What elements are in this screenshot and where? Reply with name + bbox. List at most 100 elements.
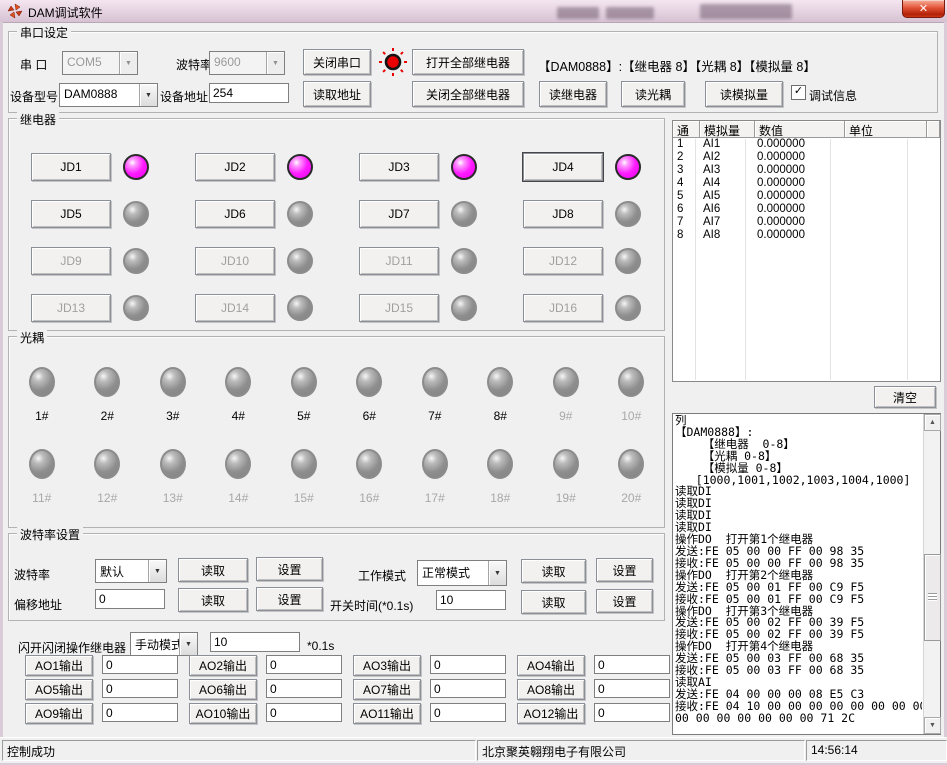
ao-output-input[interactable]	[102, 703, 178, 722]
relay-button[interactable]: JD11	[359, 247, 439, 275]
col-header-channel[interactable]: 通	[673, 121, 700, 138]
close-all-relays-button[interactable]: 关闭全部继电器	[412, 81, 524, 107]
ao-output-button[interactable]: AO12输出	[517, 703, 585, 724]
ao-output-input[interactable]	[594, 655, 670, 674]
read-relay-button[interactable]: 读继电器	[539, 81, 607, 107]
device-model-select[interactable]: DAM0888 ▼	[59, 83, 158, 107]
relay-button[interactable]: JD12	[523, 247, 603, 275]
ao-output-input[interactable]	[266, 679, 342, 698]
ao-output-button[interactable]: AO3输出	[353, 655, 421, 676]
ao-output-button[interactable]: AO2输出	[189, 655, 257, 676]
ao-output-input[interactable]	[102, 679, 178, 698]
switch-time-input[interactable]	[436, 590, 506, 610]
scroll-down-button[interactable]: ▼	[924, 717, 941, 734]
col-header-unit[interactable]: 单位	[845, 121, 927, 138]
log-line: 00 00 00 00 00 00 00 71 2C	[675, 713, 922, 725]
opto-label: 9#	[559, 409, 572, 423]
relay-cell: JD5	[31, 190, 195, 237]
ao-output-button[interactable]: AO11输出	[353, 703, 421, 724]
close-port-button[interactable]: 关闭串口	[303, 49, 371, 75]
ao-output-button[interactable]: AO5输出	[25, 679, 93, 700]
ao-output-button[interactable]: AO7输出	[353, 679, 421, 700]
opto-cell: 5#	[291, 359, 317, 441]
relay-button[interactable]: JD1	[31, 153, 111, 181]
window-border-left	[0, 22, 3, 765]
col-header-extra[interactable]	[927, 121, 940, 138]
log-scrollbar[interactable]: ▲ ▼	[923, 414, 940, 734]
table-row[interactable]: 8 AI8 0.000000	[673, 229, 940, 242]
close-button[interactable]: ✕	[902, 0, 945, 18]
window-title: DAM调试软件	[28, 4, 103, 21]
read-analog-button[interactable]: 读模拟量	[705, 81, 783, 107]
scrollbar-thumb[interactable]	[924, 554, 941, 641]
workmode-read-button[interactable]: 读取	[521, 559, 586, 583]
baud-read-button[interactable]: 读取	[178, 558, 248, 582]
table-row[interactable]: 3 AI3 0.000000	[673, 164, 940, 177]
relay-button[interactable]: JD13	[31, 294, 111, 322]
ao-output-button[interactable]: AO8输出	[517, 679, 585, 700]
table-row[interactable]: 1 AI1 0.000000	[673, 138, 940, 151]
offset-set-button[interactable]: 设置	[256, 587, 323, 611]
switch-time-label: 开关时间(*0.1s)	[330, 597, 413, 614]
table-row[interactable]: 7 AI7 0.000000	[673, 216, 940, 229]
ao-output-button[interactable]: AO4输出	[517, 655, 585, 676]
workmode-set-button[interactable]: 设置	[596, 558, 653, 582]
ao-output-input[interactable]	[266, 703, 342, 722]
flash-mode-select[interactable]: 手动模式 ▼	[130, 632, 198, 656]
col-header-name[interactable]: 模拟量	[700, 121, 755, 138]
flash-time-input[interactable]	[210, 632, 300, 652]
ao-output-input[interactable]	[430, 703, 506, 722]
ao-output-button[interactable]: AO9输出	[25, 703, 93, 724]
ao-output-input[interactable]	[594, 703, 670, 722]
relay-button[interactable]: JD2	[195, 153, 275, 181]
opto-indicator-light	[618, 449, 644, 479]
read-opto-button[interactable]: 读光耦	[621, 81, 685, 107]
cell-unit	[842, 190, 923, 203]
relay-button[interactable]: JD8	[523, 200, 603, 228]
offset-addr-input[interactable]	[95, 589, 165, 609]
ao-output-input[interactable]	[594, 679, 670, 698]
device-addr-input[interactable]	[209, 83, 289, 103]
relay-button[interactable]: JD7	[359, 200, 439, 228]
relay-button[interactable]: JD16	[523, 294, 603, 322]
opto-indicator-light	[225, 367, 251, 397]
table-row[interactable]: 4 AI4 0.000000	[673, 177, 940, 190]
ao-output-input[interactable]	[102, 655, 178, 674]
relay-indicator-light	[287, 201, 313, 227]
ao-output-button[interactable]: AO1输出	[25, 655, 93, 676]
debug-info-checkbox[interactable]	[791, 85, 806, 100]
scroll-up-button[interactable]: ▲	[924, 414, 941, 431]
baud-set-button[interactable]: 设置	[256, 557, 323, 581]
relay-button[interactable]: JD9	[31, 247, 111, 275]
ao-output-input[interactable]	[430, 655, 506, 674]
relay-button[interactable]: JD3	[359, 153, 439, 181]
ao-output-button[interactable]: AO6输出	[189, 679, 257, 700]
relay-button[interactable]: JD6	[195, 200, 275, 228]
relay-button[interactable]: JD14	[195, 294, 275, 322]
read-addr-button[interactable]: 读取地址	[303, 81, 371, 107]
workmode-select[interactable]: 正常模式 ▼	[417, 560, 507, 586]
relay-button[interactable]: JD15	[359, 294, 439, 322]
ao-output-button[interactable]: AO10输出	[189, 703, 257, 724]
switch-set-button[interactable]: 设置	[596, 589, 653, 613]
scroll-down-icon: ▼	[929, 722, 936, 729]
cell-channel: 7	[673, 216, 699, 229]
relay-button[interactable]: JD10	[195, 247, 275, 275]
ao-output-input[interactable]	[430, 679, 506, 698]
relay-button[interactable]: JD4	[523, 153, 603, 181]
cell-channel: 2	[673, 151, 699, 164]
offset-read-button[interactable]: 读取	[178, 588, 248, 612]
opto-indicator-light	[422, 449, 448, 479]
baud-select[interactable]: 默认 ▼	[95, 559, 167, 583]
clear-log-button[interactable]: 清空	[874, 386, 936, 408]
chevron-down-icon: ▼	[148, 560, 166, 582]
switch-read-button[interactable]: 读取	[521, 590, 586, 614]
table-row[interactable]: 2 AI2 0.000000	[673, 151, 940, 164]
col-header-value[interactable]: 数值	[755, 121, 845, 138]
table-row[interactable]: 6 AI6 0.000000	[673, 203, 940, 216]
ao-output-input[interactable]	[266, 655, 342, 674]
serial-group-title: 串口设定	[17, 24, 71, 41]
open-all-relays-button[interactable]: 打开全部继电器	[412, 49, 524, 75]
table-row[interactable]: 5 AI5 0.000000	[673, 190, 940, 203]
relay-button[interactable]: JD5	[31, 200, 111, 228]
